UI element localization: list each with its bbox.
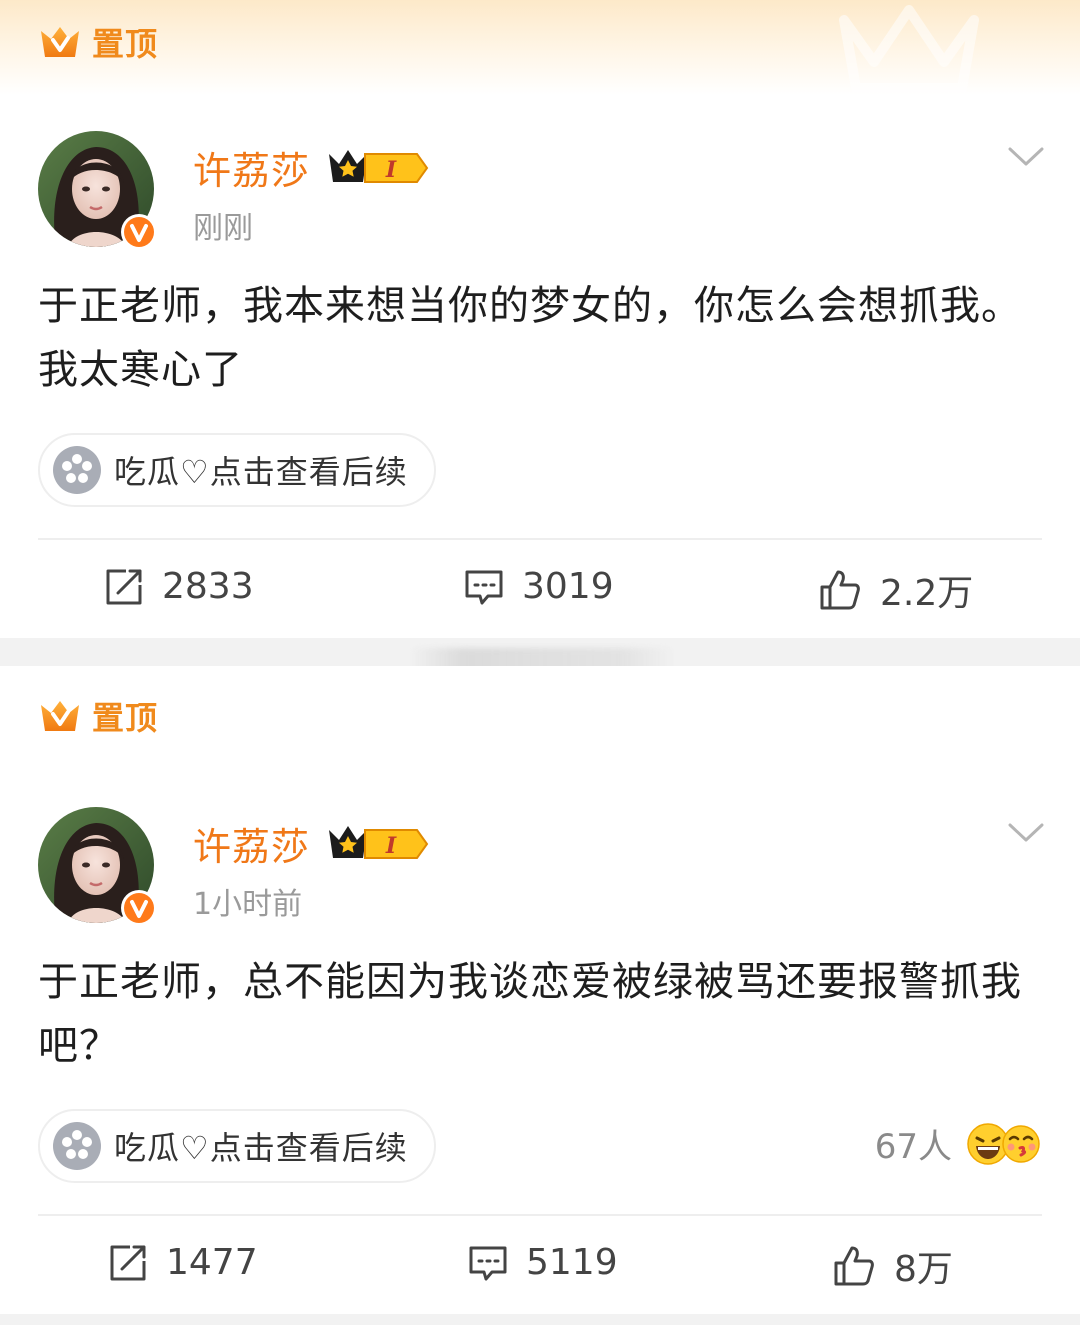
kiss-emoji-icon [1002,1124,1040,1163]
reaction-count: 67人 [874,1127,952,1167]
verified-v-icon [121,214,157,250]
comment-icon [465,570,503,604]
chevron-down-icon[interactable] [1008,146,1044,168]
pinned-banner [0,666,1080,761]
pin-crown-icon [41,701,79,731]
topic-flower-icon [53,446,101,494]
pinned-tag: 置顶 [38,696,159,737]
comment-button[interactable]: 3019 [464,566,614,607]
reaction-summary[interactable]: 67人 [875,1119,1040,1168]
repost-count: 2833 [162,566,254,607]
comment-count: 5119 [526,1242,618,1283]
avatar[interactable] [38,807,157,926]
like-button[interactable]: 8万 [832,1240,953,1292]
repost-icon [106,569,142,604]
comment-count: 3019 [522,566,614,607]
repost-count: 1477 [166,1242,258,1283]
like-icon [820,570,860,610]
repost-icon [110,1245,146,1280]
comment-button[interactable]: 5119 [468,1242,618,1283]
divider [38,538,1042,540]
vip-crown-icon [329,150,367,182]
divider [38,1214,1042,1216]
vip-badge[interactable]: I [325,144,431,186]
author-name[interactable]: 许荔莎 [193,140,310,195]
pinned-label: 置顶 [92,699,159,737]
author-name[interactable]: 许荔莎 [193,816,310,871]
vip-badge[interactable]: I [325,820,431,862]
chevron-down-icon[interactable] [1008,822,1044,844]
like-button[interactable]: 2.2万 [818,564,973,616]
like-count: 8万 [894,1249,953,1290]
repost-button[interactable]: 1477 [108,1242,258,1283]
like-icon [834,1246,874,1286]
weibo-post: 置顶 许荔莎 I 1小时前 于正老师，总不能因为我谈恋爱被绿被骂还要报警抓我吧？… [0,666,1080,1314]
vip-crown-icon [329,826,367,858]
weibo-post: 置顶 许荔莎 I 刚刚 于正老师，我本来想当你的梦女的，你怎么会想抓我。我太寒心… [0,0,1080,638]
vip-level: I [385,157,397,183]
vip-level: I [385,833,397,859]
pinned-tag: 置顶 [38,22,159,63]
like-count: 2.2万 [880,573,974,614]
post-separator [0,1314,1080,1325]
topic-chip[interactable]: 吃瓜♡点击查看后续 [38,433,436,507]
post-text: 于正老师，总不能因为我谈恋爱被绿被骂还要报警抓我吧？ [38,959,1022,1069]
topic-label: 吃瓜♡点击查看后续 [114,453,408,491]
pin-crown-icon [41,27,79,57]
pinned-label: 置顶 [92,25,159,63]
verified-v-icon [121,890,157,926]
post-time: 刚刚 [193,211,253,246]
repost-button[interactable]: 2833 [104,566,254,607]
crown-watermark-icon [839,5,979,92]
topic-chip[interactable]: 吃瓜♡点击查看后续 [38,1109,436,1183]
topic-label: 吃瓜♡点击查看后续 [114,1129,408,1167]
avatar[interactable] [38,131,157,250]
comment-icon [469,1246,507,1280]
post-time: 1小时前 [193,887,303,922]
topic-flower-icon [53,1122,101,1170]
post-text: 于正老师，我本来想当你的梦女的，你怎么会想抓我。我太寒心了 [38,283,1022,393]
